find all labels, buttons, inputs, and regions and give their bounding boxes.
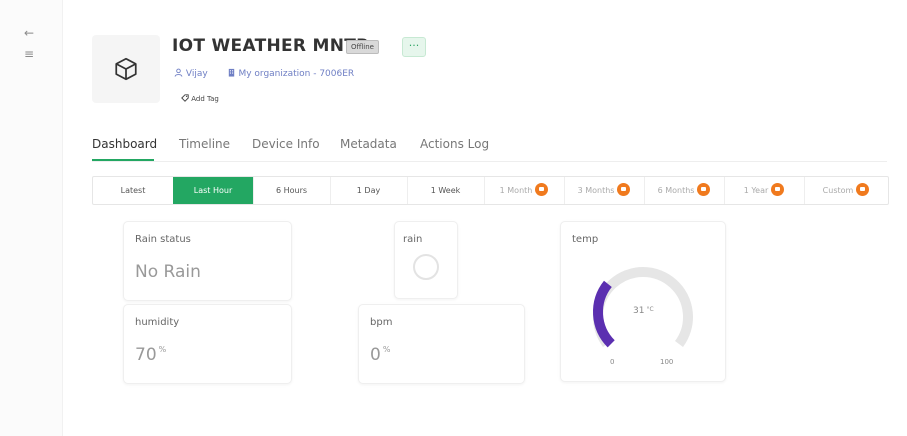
tab-dashboard[interactable]: Dashboard — [92, 137, 157, 151]
user-icon — [174, 68, 183, 77]
range-label: Last Hour — [193, 186, 233, 195]
gauge-min-label: 0 — [610, 358, 615, 366]
lock-icon — [617, 183, 631, 196]
lock-icon — [697, 183, 711, 196]
range-custom[interactable]: Custom — [804, 177, 888, 204]
gauge-max-label: 100 — [660, 358, 674, 366]
gauge-dial — [593, 267, 693, 348]
lock-icon — [771, 183, 785, 196]
range-1-day[interactable]: 1 Day — [330, 177, 408, 204]
lock-icon — [856, 183, 870, 196]
widget-value: 70% — [135, 345, 167, 365]
tab-metadata[interactable]: Metadata — [340, 137, 397, 151]
back-arrow-icon[interactable]: ← — [24, 27, 34, 39]
status-badge: Offline — [346, 40, 379, 54]
menu-icon[interactable]: ≡ — [24, 48, 34, 60]
range-label: 6 Hours — [275, 186, 308, 195]
widget-rain-status: Rain status No Rain — [123, 221, 292, 301]
range-label: 1 Year — [743, 186, 769, 195]
gauge-value: 31 °C — [633, 306, 654, 316]
widget-label: humidity — [135, 317, 180, 328]
led-indicator — [413, 254, 439, 280]
range-label: 1 Day — [356, 186, 381, 195]
more-options-button[interactable]: ··· — [402, 37, 426, 57]
organization-name: My organization - 7006ER — [238, 69, 355, 79]
widget-humidity: humidity 70% — [123, 304, 292, 384]
tabs-divider — [92, 161, 887, 162]
widget-label: Rain status — [135, 234, 191, 245]
time-range-selector: Latest Last Hour 6 Hours 1 Day 1 Week 1 … — [92, 176, 889, 205]
widget-label: bpm — [370, 317, 393, 328]
owner-link[interactable]: Vijay — [174, 68, 219, 79]
range-label: Latest — [120, 186, 146, 195]
range-last-hour[interactable]: Last Hour — [173, 177, 254, 204]
range-label: 1 Week — [430, 186, 461, 195]
device-meta: Vijay My organization - 7006ER — [174, 68, 370, 79]
widget-rain-led: rain — [394, 221, 458, 299]
device-title: IOT WEATHER MNTR — [172, 36, 370, 56]
range-6-months[interactable]: 6 Months — [644, 177, 725, 204]
left-rail: ← ≡ — [0, 0, 63, 436]
range-1-month[interactable]: 1 Month — [484, 177, 565, 204]
device-cube-icon — [92, 35, 160, 103]
range-3-months[interactable]: 3 Months — [564, 177, 645, 204]
range-label: 1 Month — [499, 186, 533, 195]
organization-link[interactable]: My organization - 7006ER — [227, 68, 363, 79]
range-label: 3 Months — [577, 186, 615, 195]
tab-timeline[interactable]: Timeline — [179, 137, 230, 151]
range-1-year[interactable]: 1 Year — [724, 177, 805, 204]
range-latest[interactable]: Latest — [93, 177, 174, 204]
widget-bpm: bpm 0% — [358, 304, 525, 384]
tag-icon — [181, 94, 189, 102]
widget-label: rain — [403, 234, 423, 245]
range-label: Custom — [822, 186, 854, 195]
building-icon — [228, 68, 234, 77]
widget-value: 0% — [370, 345, 391, 365]
owner-name: Vijay — [185, 69, 208, 79]
widget-temp-gauge: temp 31 °C 0 100 — [560, 221, 726, 382]
add-tag-label: Add Tag — [191, 95, 219, 103]
tab-actions-log[interactable]: Actions Log — [420, 137, 489, 151]
widget-label: temp — [572, 234, 599, 245]
active-tab-indicator — [92, 159, 154, 161]
range-label: 6 Months — [657, 186, 695, 195]
add-tag-button[interactable]: Add Tag — [181, 94, 219, 103]
range-1-week[interactable]: 1 Week — [407, 177, 485, 204]
widget-value: No Rain — [135, 262, 201, 282]
lock-icon — [535, 183, 549, 196]
range-6-hours[interactable]: 6 Hours — [253, 177, 331, 204]
tab-device-info[interactable]: Device Info — [252, 137, 320, 151]
